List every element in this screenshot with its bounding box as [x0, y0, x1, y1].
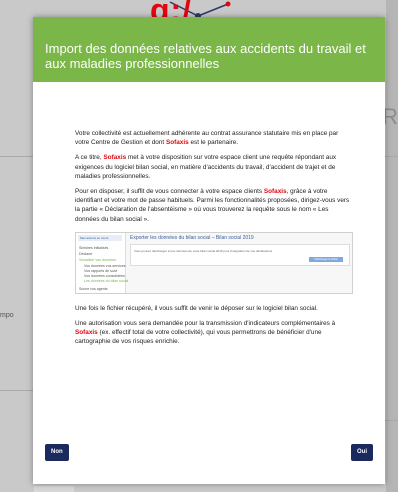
background-divider	[384, 420, 398, 421]
screenshot-sidebar: Mes actions en cours Sinistres initialis…	[76, 232, 128, 293]
screenshot-download-button: Télécharger le fichier	[309, 256, 343, 262]
background-divider	[384, 156, 398, 157]
background-right-strip	[386, 0, 398, 492]
brand-name: Sofaxis	[263, 188, 287, 196]
paragraph-text: Une autorisation vous sera demandée pour…	[75, 320, 336, 328]
screenshot-sidebar-header: Mes actions en cours	[78, 234, 122, 241]
brand-name: Sofaxis	[165, 139, 189, 147]
background-divider	[0, 390, 34, 391]
paragraph-membership: Votre collectivité est actuellement adhé…	[75, 129, 353, 147]
background-bottom-bar	[34, 486, 74, 492]
no-button[interactable]: Non	[45, 444, 69, 461]
background-left-text: mpo	[0, 312, 14, 319]
paragraph-authorization: Une autorisation vous sera demandée pour…	[75, 319, 353, 347]
dialog-title: Import des données relatives aux acciden…	[45, 41, 366, 71]
paragraph-text: est le partenaire.	[188, 139, 239, 147]
screenshot-title: Exporter les données du bilan social – B…	[130, 234, 254, 241]
paragraph-text: A ce titre,	[75, 154, 104, 162]
background-divider	[0, 156, 34, 157]
brand-name: Sofaxis	[75, 329, 98, 337]
dialog-body: Votre collectivité est actuellement adhé…	[75, 129, 353, 353]
paragraph-instructions: Pour en disposer, il suffit de vous conn…	[75, 187, 353, 224]
import-dialog: Import des données relatives aux acciden…	[33, 17, 385, 484]
screenshot-card-text: Vous pouvez télécharger ici les données …	[134, 248, 273, 253]
paragraph-upload: Une fois le fichier récupéré, il vous su…	[75, 304, 318, 312]
yes-button[interactable]: Oui	[351, 444, 373, 461]
dialog-header: Import des données relatives aux acciden…	[33, 17, 385, 82]
screenshot-menu-item: Suivre vos agents	[79, 286, 108, 291]
instruction-screenshot: Mes actions en cours Sinistres initialis…	[75, 231, 353, 294]
paragraph-text: Pour en disposer, il suffit de vous conn…	[75, 188, 264, 196]
screenshot-card: Vous pouvez télécharger ici les données …	[130, 243, 350, 266]
screenshot-main: Exporter les données du bilan social – B…	[130, 235, 350, 266]
brand-name: Sofaxis	[103, 154, 127, 162]
paragraph-request: A ce titre, Sofaxis met à votre disposit…	[75, 153, 353, 181]
paragraph-text: (ex. effectif total de votre collectivit…	[75, 329, 322, 346]
